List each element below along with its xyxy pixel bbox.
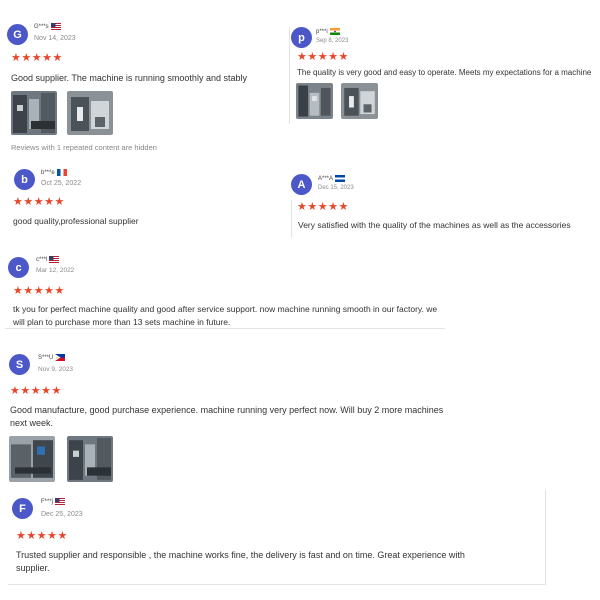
rating-stars: ★★★★★	[16, 530, 68, 542]
review-text: Good supplier. The machine is running sm…	[11, 73, 247, 83]
rating-stars: ★★★★★	[297, 51, 349, 63]
review-date: Oct 25, 2022	[41, 180, 82, 187]
review-card: A A***A Dec 15, 2023 ★★★★★ Very satisfie…	[288, 168, 593, 238]
reviewer-name-row: S***U	[38, 354, 65, 361]
review-text: Good manufacture, good purchase experien…	[10, 405, 444, 428]
reviewer-name-row: F***j	[41, 498, 65, 505]
column-divider	[291, 200, 292, 238]
avatar: A	[291, 174, 312, 195]
reviewer-name: S***U	[38, 354, 54, 361]
reviewer-name: A***A	[318, 175, 334, 182]
review-photo[interactable]	[67, 436, 113, 482]
france-flag-icon	[57, 169, 67, 176]
avatar: c	[8, 257, 29, 278]
review-text: The quality is very good and easy to ope…	[297, 68, 592, 77]
review-photo[interactable]	[296, 83, 333, 119]
reviewer-name: p***i	[316, 28, 328, 35]
reviewer-name: b***e	[41, 169, 55, 176]
review-photo[interactable]	[9, 436, 55, 482]
avatar: b	[14, 169, 35, 190]
us-flag-icon	[51, 23, 61, 30]
avatar: G	[7, 24, 28, 45]
rating-stars: ★★★★★	[13, 196, 65, 208]
review-date: Nov 14, 2023	[34, 35, 76, 42]
rating-stars: ★★★★★	[11, 52, 63, 64]
hidden-reviews-note[interactable]: Reviews with 1 repeated content are hidd…	[11, 143, 157, 152]
review-date: Dec 25, 2023	[41, 511, 83, 518]
rating-stars: ★★★★★	[10, 385, 62, 397]
review-text: Very satisfied with the quality of the m…	[298, 220, 571, 230]
el-salvador-flag-icon	[335, 175, 345, 182]
review-date: Mar 12, 2022	[36, 267, 75, 274]
reviewer-name: c***l	[36, 256, 48, 263]
review-card: S S***U Nov 9, 2023 ★★★★★ Good manufactu…	[0, 348, 460, 488]
review-date: Dec 15, 2023	[318, 185, 354, 191]
review-text: tk you for perfect machine quality and g…	[13, 304, 438, 327]
review-card: G G***s Nov 14, 2023 ★★★★★ Good supplier…	[0, 0, 290, 160]
rating-stars: ★★★★★	[297, 201, 349, 213]
review-photo[interactable]	[341, 83, 378, 119]
card-border	[8, 584, 546, 585]
review-text: good quality,professional supplier	[13, 216, 139, 226]
reviewer-name-row: c***l	[36, 256, 59, 263]
us-flag-icon	[55, 498, 65, 505]
review-card: p p***i Sep 8, 2023 ★★★★★ The quality is…	[288, 20, 593, 130]
review-photo[interactable]	[67, 91, 113, 135]
us-flag-icon	[49, 256, 59, 263]
avatar: p	[291, 27, 312, 48]
reviewer-name-row: p***i	[316, 28, 340, 35]
reviewer-name-row: A***A	[318, 175, 345, 182]
reviewer-name: F***j	[41, 498, 54, 505]
review-card: F F***j Dec 25, 2023 ★★★★★ Trusted suppl…	[0, 490, 560, 595]
avatar: S	[9, 354, 30, 375]
review-card: c c***l Mar 12, 2022 ★★★★★ tk you for pe…	[0, 250, 460, 340]
india-flag-icon	[330, 28, 340, 35]
reviewer-name: G***s	[34, 23, 49, 30]
review-date: Sep 8, 2023	[316, 38, 349, 44]
column-divider	[289, 28, 290, 124]
philippines-flag-icon	[55, 354, 65, 361]
rating-stars: ★★★★★	[13, 285, 65, 297]
review-text: Trusted supplier and responsible , the m…	[16, 550, 465, 573]
review-card: b b***e Oct 25, 2022 ★★★★★ good quality,…	[0, 160, 290, 240]
avatar: F	[12, 498, 33, 519]
reviewer-name-row: b***e	[41, 169, 67, 176]
review-photo[interactable]	[11, 91, 57, 135]
review-date: Nov 9, 2023	[38, 366, 74, 373]
reviewer-name-row: G***s	[34, 23, 61, 30]
card-border	[545, 490, 546, 584]
